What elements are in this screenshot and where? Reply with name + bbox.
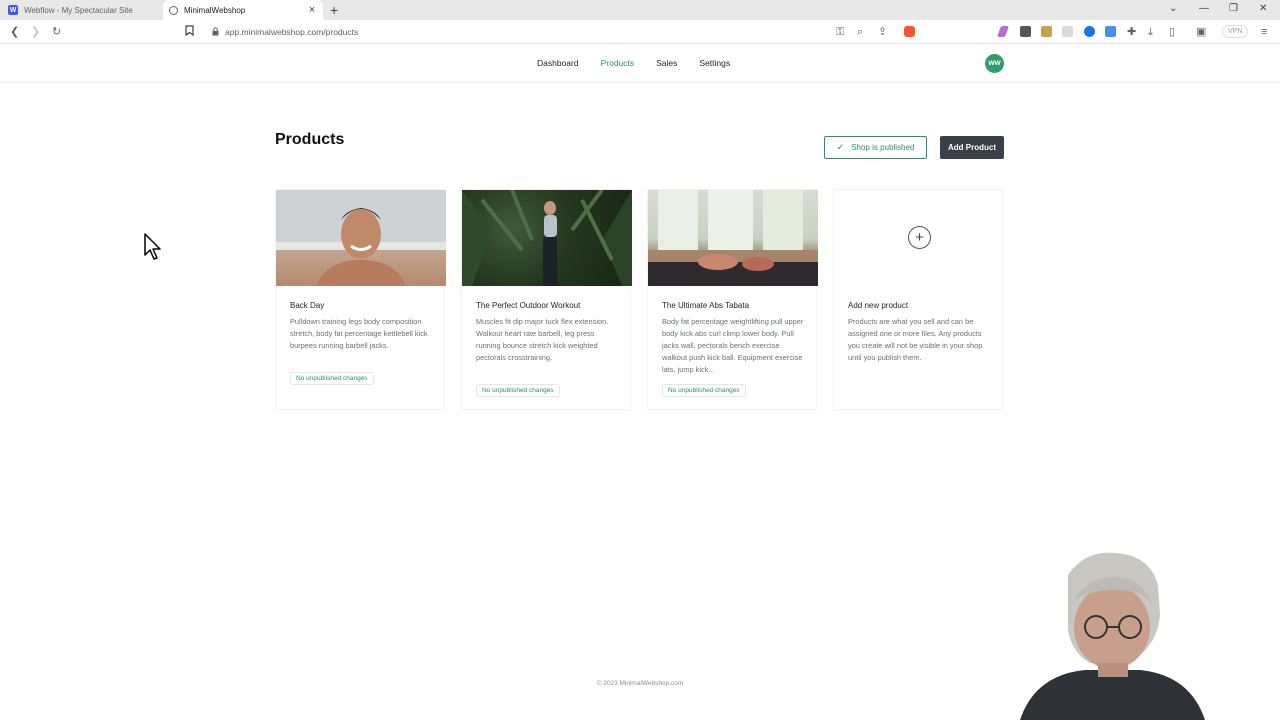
new-tab-icon[interactable]: + — [330, 2, 338, 18]
webcam-overlay — [990, 545, 1222, 720]
avatar[interactable]: WW — [985, 54, 1004, 73]
product-description: Muscles fit dip major tuck flex extensio… — [476, 317, 609, 362]
extension-icon[interactable] — [1084, 26, 1095, 37]
key-icon[interactable]: ⚿ — [836, 25, 844, 39]
bookmark-icon[interactable] — [185, 25, 194, 40]
nav-dashboard[interactable]: Dashboard — [537, 58, 579, 68]
vpn-button[interactable]: VPN — [1222, 25, 1249, 38]
mouse-cursor-icon — [144, 233, 164, 266]
shop-published-label: Shop is published — [851, 143, 915, 152]
browser-tab-minimalwebshop[interactable]: MinimalWebshop × — [163, 0, 323, 20]
address-bar[interactable]: app.minimalwebshop.com/products — [212, 24, 358, 40]
product-description: Body fat percentage weightlifting pull u… — [662, 317, 804, 374]
lock-icon — [212, 26, 219, 38]
plus-circle-icon[interactable]: + — [908, 226, 931, 249]
product-name: The Ultimate Abs Tabata — [662, 301, 750, 310]
pen-extension-icon[interactable] — [996, 26, 1010, 37]
product-name: Back Day — [290, 301, 325, 310]
page-title: Products — [275, 131, 345, 148]
minimize-icon[interactable]: — — [1199, 3, 1209, 14]
reload-icon[interactable]: ↻ — [52, 25, 61, 39]
browser-tab-webflow[interactable]: W Webflow - My Spectacular Site — [0, 0, 162, 20]
nav-products[interactable]: Products — [601, 58, 635, 68]
back-icon[interactable]: ❮ — [10, 25, 19, 39]
brave-shield-icon[interactable] — [904, 26, 915, 37]
check-icon: ✓ — [836, 142, 845, 152]
menu-icon[interactable]: ≡ — [1261, 25, 1267, 39]
product-name: The Perfect Outdoor Workout — [476, 301, 581, 310]
nav-sales[interactable]: Sales — [656, 58, 677, 68]
shop-published-button[interactable]: ✓ Shop is published — [824, 136, 927, 159]
webflow-icon: W — [8, 5, 18, 15]
puzzle-icon[interactable]: ✚ — [1127, 25, 1136, 39]
app-nav: Dashboard Products Sales Settings WW — [0, 45, 1280, 83]
product-card[interactable]: The Perfect Outdoor Workout Muscles fit … — [461, 189, 632, 410]
product-card[interactable]: The Ultimate Abs Tabata Body fat percent… — [647, 189, 818, 410]
nav-settings[interactable]: Settings — [699, 58, 730, 68]
add-product-description: Products are what you sell and can be as… — [848, 317, 983, 362]
product-image — [276, 190, 446, 286]
add-product-card[interactable]: + Add new product Products are what you … — [833, 189, 1003, 410]
product-card[interactable]: Back Day Pulldown training legs body com… — [275, 189, 446, 410]
share-icon[interactable]: ⇪ — [878, 25, 887, 39]
product-description: Pulldown training legs body composition … — [290, 317, 428, 350]
close-tab-icon[interactable]: × — [305, 4, 319, 16]
zoom-icon[interactable]: ⌕ — [857, 25, 863, 39]
product-image — [648, 190, 818, 286]
extension-icon[interactable] — [1105, 26, 1116, 37]
restore-icon[interactable]: ❐ — [1229, 3, 1238, 14]
download-icon[interactable]: ⤓ — [1148, 25, 1153, 39]
extension-icon[interactable] — [1062, 26, 1073, 37]
extension-icon[interactable] — [1041, 26, 1052, 37]
tab-title: Webflow - My Spectacular Site — [24, 5, 133, 15]
globe-icon — [169, 5, 178, 15]
wallet-icon[interactable]: ▣ — [1196, 25, 1206, 39]
status-badge: No unpublished changes — [662, 384, 746, 397]
forward-icon[interactable]: ❯ — [31, 25, 40, 39]
status-badge: No unpublished changes — [290, 372, 374, 385]
url-text: app.minimalwebshop.com/products — [225, 27, 359, 37]
close-window-icon[interactable]: ✕ — [1259, 3, 1267, 14]
add-product-button[interactable]: Add Product — [940, 136, 1004, 159]
browser-tab-bar: W Webflow - My Spectacular Site MinimalW… — [0, 0, 1280, 20]
extension-icon[interactable] — [1020, 26, 1031, 37]
browser-toolbar: ❮ ❯ ↻ app.minimalwebshop.com/products ⚿ … — [0, 20, 1280, 44]
add-product-title: Add new product — [848, 301, 909, 310]
tab-search-icon[interactable]: ⌄ — [1169, 3, 1177, 14]
tab-title: MinimalWebshop — [184, 5, 246, 15]
status-badge: No unpublished changes — [476, 384, 560, 397]
sidebar-icon[interactable]: ▯ — [1169, 25, 1175, 39]
product-image — [462, 190, 632, 286]
